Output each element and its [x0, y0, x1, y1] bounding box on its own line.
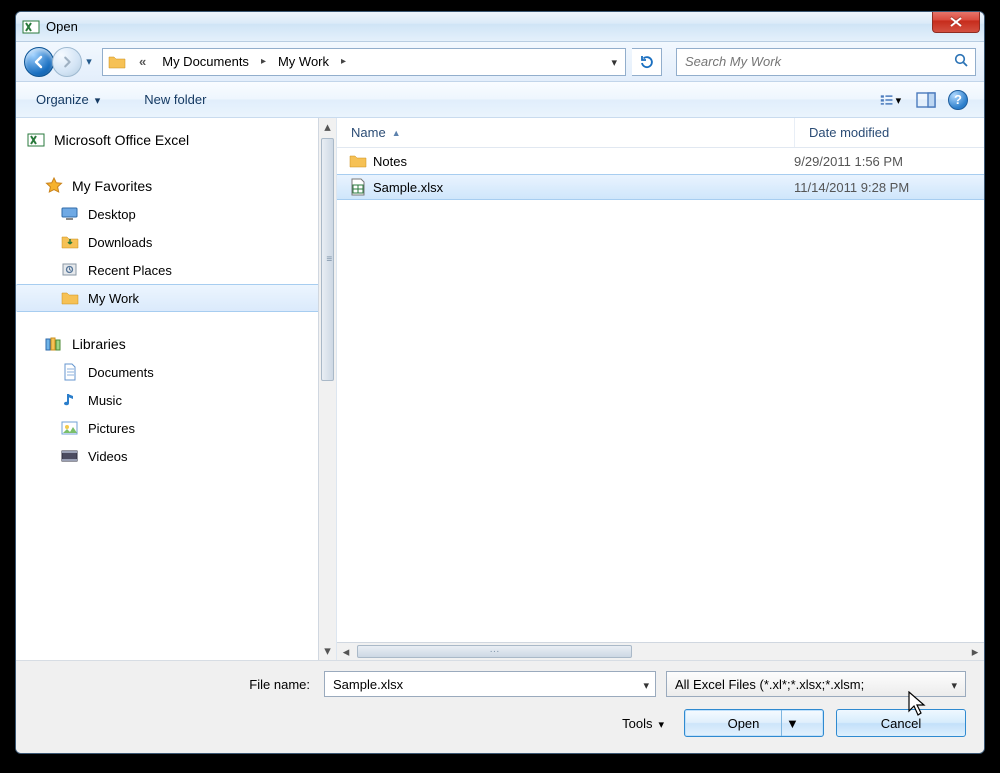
view-icon [880, 92, 896, 108]
star-icon [44, 176, 64, 196]
folder-icon [60, 288, 80, 308]
back-button[interactable] [24, 47, 54, 77]
excel-app-icon [22, 18, 40, 36]
folder-icon [347, 153, 369, 169]
open-button-label[interactable]: Open [706, 710, 783, 736]
open-button[interactable]: Open ▼ [684, 709, 824, 737]
libraries-icon [44, 334, 64, 354]
chevron-down-icon[interactable] [896, 92, 908, 107]
desktop-icon [60, 204, 80, 224]
scroll-track[interactable] [319, 136, 336, 642]
column-header-name[interactable]: Name ▲ [337, 118, 794, 147]
breadcrumb-item-mywork[interactable]: My Work [272, 49, 335, 75]
documents-icon [60, 362, 80, 382]
videos-icon [60, 446, 80, 466]
nav-favorites-label: My Favorites [72, 178, 152, 194]
file-row-folder-notes[interactable]: Notes 9/29/2011 1:56 PM [337, 148, 984, 174]
filename-dropdown[interactable] [637, 677, 649, 692]
nav-item-pictures[interactable]: Pictures [16, 414, 336, 442]
scroll-down-button[interactable]: ▾ [319, 642, 336, 660]
breadcrumb-bar[interactable]: « My Documents My Work [102, 48, 626, 76]
window-title: Open [46, 19, 78, 34]
breadcrumb-overflow[interactable]: « [129, 49, 156, 75]
pictures-icon [60, 418, 80, 438]
nav-item-recent-places[interactable]: Recent Places [16, 256, 336, 284]
breadcrumb-history-dropdown[interactable] [605, 54, 623, 69]
refresh-button[interactable] [632, 48, 662, 76]
column-headers: Name ▲ Date modified [337, 118, 984, 148]
scroll-right-button[interactable]: ▸ [966, 643, 984, 660]
scroll-left-button[interactable]: ◂ [337, 643, 355, 660]
breadcrumb-item-mydocuments[interactable]: My Documents [156, 49, 255, 75]
column-header-date[interactable]: Date modified [794, 118, 984, 147]
nav-item-music[interactable]: Music [16, 386, 336, 414]
preview-pane-button[interactable] [912, 88, 940, 112]
breadcrumb-separator[interactable] [255, 49, 272, 75]
file-row-sample-xlsx[interactable]: Sample.xlsx 11/14/2011 9:28 PM [337, 174, 984, 200]
dialog-body: Microsoft Office Excel My Favorites Desk… [16, 118, 984, 660]
recent-locations-dropdown[interactable] [82, 50, 96, 74]
filetype-label: All Excel Files (*.xl*;*.xlsx;*.xlsm; [675, 677, 945, 692]
chevron-down-icon [95, 92, 101, 107]
filename-input[interactable] [331, 676, 637, 693]
nav-libraries-label: Libraries [72, 336, 126, 352]
xlsx-file-icon [347, 178, 369, 196]
scroll-htrack[interactable]: ··· [355, 643, 966, 660]
nav-root-excel[interactable]: Microsoft Office Excel [16, 126, 336, 154]
sort-asc-icon: ▲ [392, 128, 401, 138]
recent-places-icon [60, 260, 80, 280]
scroll-thumb[interactable] [321, 138, 334, 381]
nav-root-label: Microsoft Office Excel [54, 132, 189, 148]
toolbar: Organize New folder ? [16, 82, 984, 118]
filename-label: File name: [34, 677, 314, 692]
file-hscrollbar[interactable]: ◂ ··· ▸ [337, 642, 984, 660]
music-icon [60, 390, 80, 410]
close-button[interactable] [932, 11, 980, 33]
nav-libraries-header[interactable]: Libraries [16, 330, 336, 358]
change-view-button[interactable] [880, 88, 908, 112]
nav-favorites-header[interactable]: My Favorites [16, 172, 336, 200]
organize-menu[interactable]: Organize [28, 88, 108, 111]
folder-icon [107, 52, 127, 72]
titlebar: Open [16, 12, 984, 42]
navpane-scrollbar[interactable]: ▴ ▾ [318, 118, 336, 660]
filetype-combobox[interactable]: All Excel Files (*.xl*;*.xlsx;*.xlsm; [666, 671, 966, 697]
dialog-footer: File name: All Excel Files (*.xl*;*.xlsx… [16, 660, 984, 753]
navigation-pane: Microsoft Office Excel My Favorites Desk… [16, 118, 336, 660]
search-icon[interactable] [953, 52, 969, 71]
nav-item-mywork[interactable]: My Work [16, 284, 328, 312]
excel-icon [26, 130, 46, 150]
file-list-pane: Name ▲ Date modified Notes 9/29/2011 1:5… [336, 118, 984, 660]
address-bar: « My Documents My Work [16, 42, 984, 82]
search-input[interactable] [683, 53, 953, 70]
scroll-hthumb[interactable]: ··· [357, 645, 632, 658]
filename-combobox[interactable] [324, 671, 656, 697]
filetype-dropdown[interactable] [945, 677, 957, 692]
open-button-dropdown[interactable]: ▼ [782, 710, 802, 736]
downloads-icon [60, 232, 80, 252]
nav-item-videos[interactable]: Videos [16, 442, 336, 470]
forward-button[interactable] [52, 47, 82, 77]
breadcrumb-separator[interactable] [335, 49, 352, 75]
chevron-down-icon [658, 716, 664, 731]
open-dialog-window: Open « My Documents My Work [15, 11, 985, 754]
tools-menu[interactable]: Tools [622, 716, 664, 731]
nav-item-documents[interactable]: Documents [16, 358, 336, 386]
new-folder-button[interactable]: New folder [136, 88, 214, 111]
cancel-button[interactable]: Cancel [836, 709, 966, 737]
nav-item-desktop[interactable]: Desktop [16, 200, 336, 228]
nav-item-downloads[interactable]: Downloads [16, 228, 336, 256]
scroll-up-button[interactable]: ▴ [319, 118, 336, 136]
help-icon: ? [948, 90, 968, 110]
file-list[interactable]: Notes 9/29/2011 1:56 PM Sample.xlsx 11/1… [337, 148, 984, 642]
help-button[interactable]: ? [944, 88, 972, 112]
search-box[interactable] [676, 48, 976, 76]
